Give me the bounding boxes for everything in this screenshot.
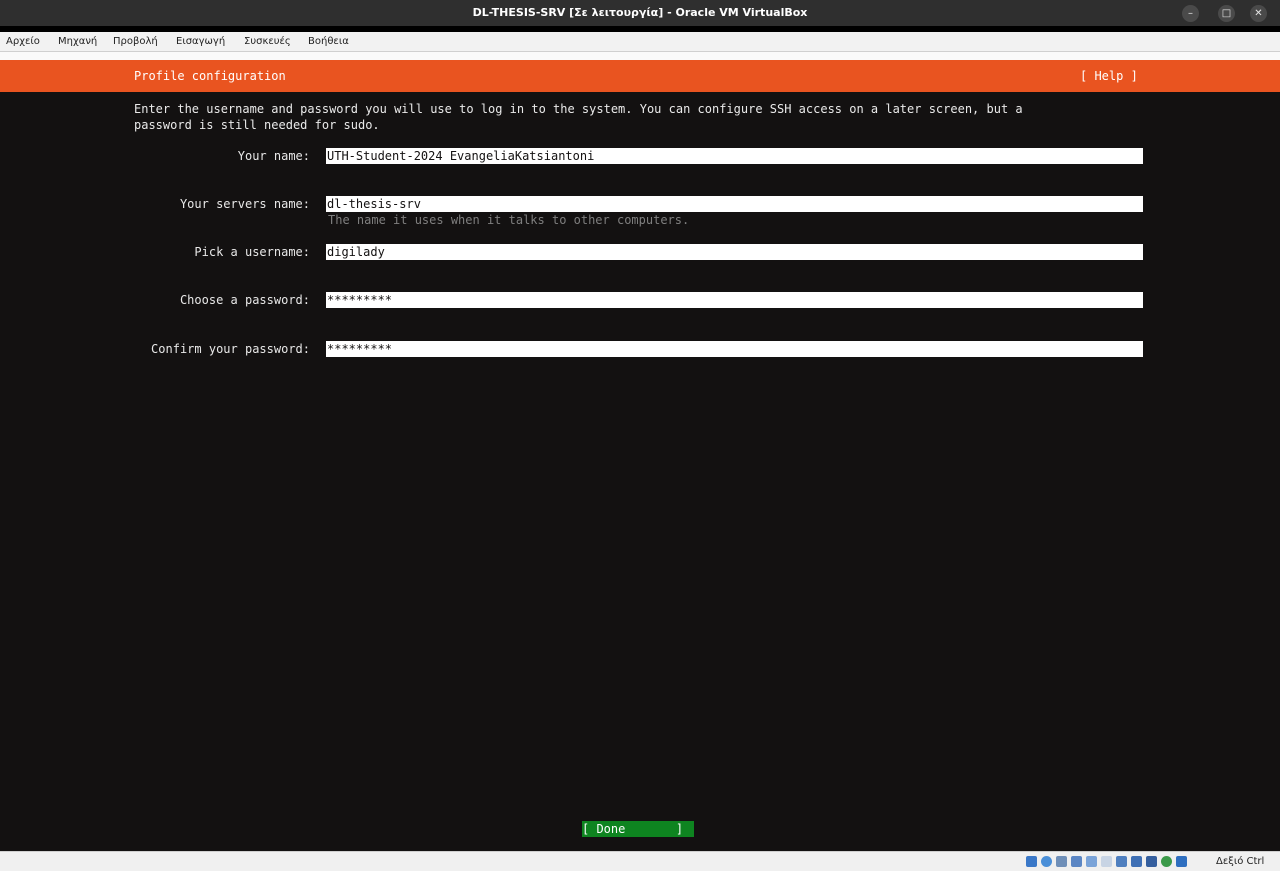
menu-view[interactable]: Προβολή bbox=[113, 32, 158, 52]
intro-text-line-2: password is still needed for sudo. bbox=[134, 118, 380, 132]
maximize-button[interactable]: □ bbox=[1218, 5, 1235, 22]
shared-folder-icon[interactable] bbox=[1101, 856, 1112, 867]
server-name-input[interactable]: dl-thesis-srv bbox=[326, 196, 1143, 212]
menu-devices[interactable]: Συσκευές bbox=[244, 32, 291, 52]
display-icon[interactable] bbox=[1116, 856, 1127, 867]
menu-bar: Αρχείο Μηχανή Προβολή Εισαγωγή Συσκευές … bbox=[0, 32, 1280, 52]
intro-text-line-1: Enter the username and password you will… bbox=[134, 102, 1023, 116]
confirm-password-input[interactable]: ********* bbox=[326, 341, 1143, 357]
keyboard-icon[interactable] bbox=[1176, 856, 1187, 867]
menu-file[interactable]: Αρχείο bbox=[6, 32, 40, 52]
vm-screen[interactable]: Profile configuration [ Help ] Enter the… bbox=[0, 60, 1280, 851]
network-icon[interactable] bbox=[1071, 856, 1082, 867]
menu-help[interactable]: Βοήθεια bbox=[308, 32, 349, 52]
window-title: DL-THESIS-SRV [Σε λειτουργία] - Oracle V… bbox=[472, 6, 808, 19]
mouse-integration-icon[interactable] bbox=[1146, 856, 1157, 867]
window-titlebar[interactable]: DL-THESIS-SRV [Σε λειτουργία] - Oracle V… bbox=[0, 0, 1280, 26]
audio-icon[interactable] bbox=[1056, 856, 1067, 867]
username-input[interactable]: digilady bbox=[326, 244, 1143, 260]
help-button[interactable]: [ Help ] bbox=[1080, 69, 1138, 83]
your-name-input[interactable]: UTH-Student-2024 EvangeliaKatsiantoni bbox=[326, 148, 1143, 164]
server-name-hint: The name it uses when it talks to other … bbox=[328, 213, 690, 227]
password-label: Choose a password: bbox=[179, 293, 310, 307]
password-input[interactable]: ********* bbox=[326, 292, 1143, 308]
close-button[interactable]: ✕ bbox=[1250, 5, 1267, 22]
menu-input[interactable]: Εισαγωγή bbox=[176, 32, 225, 52]
minimize-button[interactable]: – bbox=[1182, 5, 1199, 22]
optical-disk-icon[interactable] bbox=[1041, 856, 1052, 867]
username-label: Pick a username: bbox=[194, 245, 310, 259]
host-key-label: Δεξιό Ctrl bbox=[1216, 856, 1265, 867]
installer-header: Profile configuration [ Help ] bbox=[0, 60, 1280, 92]
usb-icon[interactable] bbox=[1086, 856, 1097, 867]
done-button[interactable]: [ Done ] bbox=[582, 821, 694, 837]
page-title: Profile configuration bbox=[134, 69, 286, 83]
cpu-activity-icon bbox=[1161, 856, 1172, 867]
hard-disk-icon[interactable] bbox=[1026, 856, 1037, 867]
video-capture-icon[interactable] bbox=[1131, 856, 1142, 867]
menu-machine[interactable]: Μηχανή bbox=[58, 32, 97, 52]
confirm-password-label: Confirm your password: bbox=[151, 342, 310, 356]
menu-separator bbox=[0, 52, 1280, 60]
status-bar: Δεξιό Ctrl bbox=[0, 851, 1280, 871]
server-name-label: Your servers name: bbox=[179, 197, 310, 211]
your-name-label: Your name: bbox=[237, 149, 310, 163]
